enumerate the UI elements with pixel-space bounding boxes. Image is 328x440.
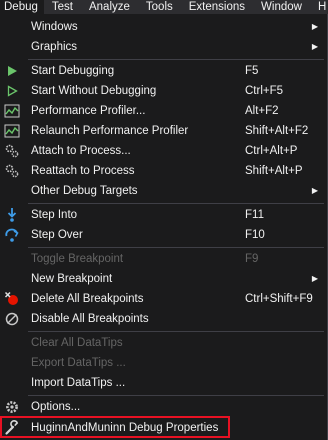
menu-item-label: Windows	[31, 21, 78, 33]
menu-item-import-datatips[interactable]: Import DataTips ...	[0, 373, 327, 393]
menu-item-shortcut: F11	[245, 209, 264, 221]
gears-icon	[4, 143, 20, 159]
submenu-arrow-icon: ▶	[311, 42, 318, 51]
menu-item-shortcut: Alt+F2	[245, 105, 279, 117]
separator	[28, 203, 324, 204]
menu-item-attach-to-process[interactable]: Attach to Process... Ctrl+Alt+P	[0, 141, 327, 161]
menu-window[interactable]: Window	[253, 0, 310, 14]
menu-item-shortcut: Ctrl+Shift+F9	[245, 293, 313, 305]
menu-item-disable-all-breakpoints[interactable]: Disable All Breakpoints	[0, 309, 327, 329]
annotation-highlight-box	[0, 416, 230, 438]
play-filled-icon	[4, 63, 20, 79]
menu-item-label: Graphics	[31, 41, 78, 53]
menu-item-reattach-to-process[interactable]: Reattach to Process Shift+Alt+P	[0, 161, 327, 181]
menu-item-label: Attach to Process...	[31, 145, 131, 157]
debug-dropdown-menu: Windows ▶ Graphics ▶ Start Debugging F5 …	[0, 14, 328, 440]
menu-item-shortcut: F9	[245, 253, 259, 265]
delete-breakpoints-icon	[4, 291, 20, 307]
menu-item-label: Performance Profiler...	[31, 105, 146, 117]
menu-item-step-into[interactable]: Step Into F11	[0, 205, 327, 225]
menu-item-other-debug-targets[interactable]: Other Debug Targets ▶	[0, 181, 327, 201]
step-into-icon	[4, 207, 20, 223]
menu-item-label: Step Into	[31, 209, 78, 221]
menu-item-label: Step Over	[31, 229, 83, 241]
separator	[28, 247, 324, 248]
menu-item-clear-all-datatips: Clear All DataTips	[0, 333, 327, 353]
submenu-arrow-icon: ▶	[311, 22, 318, 31]
menu-item-shortcut: Ctrl+F5	[245, 85, 284, 97]
menu-item-label: Options...	[31, 401, 81, 413]
menu-bar: Debug Test Analyze Tools Extensions Wind…	[0, 0, 328, 14]
menu-debug[interactable]: Debug	[0, 0, 44, 14]
menu-analyze[interactable]: Analyze	[81, 0, 138, 14]
menu-item-label: Relaunch Performance Profiler	[31, 125, 189, 137]
menu-item-shortcut: Shift+Alt+P	[245, 165, 303, 177]
menu-item-label: New Breakpoint	[31, 273, 113, 285]
menu-item-label: Clear All DataTips	[31, 337, 123, 349]
menu-item-start-without-debugging[interactable]: Start Without Debugging Ctrl+F5	[0, 81, 327, 101]
submenu-arrow-icon: ▶	[311, 186, 318, 195]
menu-extensions[interactable]: Extensions	[181, 0, 253, 14]
gears-icon	[4, 163, 20, 179]
gear-icon	[4, 399, 20, 415]
disable-breakpoints-icon	[4, 311, 20, 327]
play-outline-icon	[4, 83, 20, 99]
menu-item-label: Start Without Debugging	[31, 85, 157, 97]
menu-item-toggle-breakpoint: Toggle Breakpoint F9	[0, 249, 327, 269]
menu-item-relaunch-performance-profiler[interactable]: Relaunch Performance Profiler Shift+Alt+…	[0, 121, 327, 141]
menu-item-label: Delete All Breakpoints	[31, 293, 144, 305]
menu-item-options[interactable]: Options...	[0, 397, 327, 417]
menu-item-label: Export DataTips ...	[31, 357, 126, 369]
menu-item-delete-all-breakpoints[interactable]: Delete All Breakpoints Ctrl+Shift+F9	[0, 289, 327, 309]
menu-item-label: Toggle Breakpoint	[31, 253, 124, 265]
menu-item-graphics[interactable]: Graphics ▶	[0, 37, 327, 57]
menu-item-step-over[interactable]: Step Over F10	[0, 225, 327, 245]
menu-item-shortcut: Shift+Alt+F2	[245, 125, 309, 137]
submenu-arrow-icon: ▶	[311, 274, 318, 283]
menu-item-export-datatips: Export DataTips ...	[0, 353, 327, 373]
menu-item-label: Disable All Breakpoints	[31, 313, 149, 325]
menu-item-start-debugging[interactable]: Start Debugging F5	[0, 61, 327, 81]
separator	[28, 59, 324, 60]
step-over-icon	[4, 227, 20, 243]
menu-item-shortcut: F10	[245, 229, 265, 241]
menu-item-label: Import DataTips ...	[31, 377, 126, 389]
menu-item-label: Reattach to Process	[31, 165, 135, 177]
menu-help[interactable]: H	[310, 0, 328, 14]
separator	[28, 331, 324, 332]
separator	[28, 395, 324, 396]
menu-tools[interactable]: Tools	[138, 0, 181, 14]
menu-item-label: Start Debugging	[31, 65, 115, 77]
menu-item-performance-profiler[interactable]: Performance Profiler... Alt+F2	[0, 101, 327, 121]
performance-chart-icon	[4, 103, 20, 119]
menu-item-shortcut: F5	[245, 65, 259, 77]
menu-test[interactable]: Test	[44, 0, 81, 14]
menu-item-new-breakpoint[interactable]: New Breakpoint ▶	[0, 269, 327, 289]
menu-item-windows[interactable]: Windows ▶	[0, 17, 327, 37]
menu-item-label: Other Debug Targets	[31, 185, 138, 197]
performance-chart-icon	[4, 123, 20, 139]
menu-item-shortcut: Ctrl+Alt+P	[245, 145, 298, 157]
